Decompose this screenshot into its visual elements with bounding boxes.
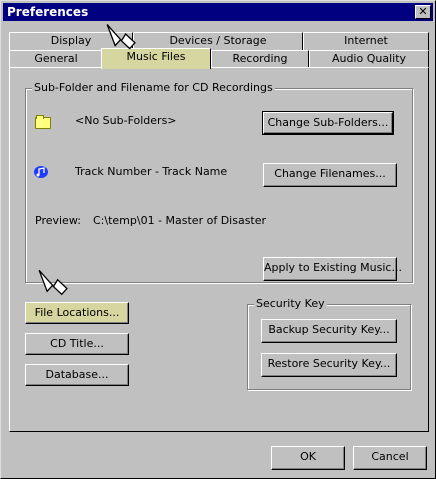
subfolder-group-label: Sub-Folder and Filename for CD Recording… — [32, 81, 275, 94]
change-filenames-label: Change Filenames... — [274, 167, 386, 180]
restore-security-key-button[interactable]: Restore Security Key... — [261, 353, 397, 377]
apply-existing-music-label: Apply to Existing Music... — [264, 261, 402, 274]
cancel-button[interactable]: Cancel — [353, 446, 427, 470]
change-filenames-button[interactable]: Change Filenames... — [263, 163, 397, 187]
database-label: Database... — [45, 368, 109, 381]
pointer-arrow-icon — [106, 24, 136, 50]
tab-audio-quality-label: Audio Quality — [331, 52, 407, 65]
cd-title-label: CD Title... — [50, 337, 104, 350]
tab-recording-label: Recording — [232, 52, 288, 65]
pointer-arrow-icon — [38, 269, 68, 296]
window-title: Preferences — [7, 5, 89, 19]
preferences-window: Preferences ✕ Display Devices / Storage … — [0, 0, 436, 479]
tab-display-label: Display — [50, 34, 92, 47]
title-bar[interactable]: Preferences ✕ — [3, 3, 433, 21]
subfolder-value: <No Sub-Folders> — [75, 114, 177, 127]
cancel-label: Cancel — [371, 450, 409, 463]
database-button[interactable]: Database... — [25, 364, 129, 386]
close-button[interactable]: ✕ — [415, 5, 431, 19]
tab-recording[interactable]: Recording — [211, 50, 309, 68]
tab-general[interactable]: General — [9, 50, 103, 68]
tab-general-label: General — [34, 52, 78, 65]
file-locations-label: File Locations... — [34, 306, 120, 319]
security-key-group-label: Security Key — [254, 297, 327, 310]
restore-security-key-label: Restore Security Key... — [267, 357, 391, 370]
tab-internet[interactable]: Internet — [303, 32, 429, 50]
change-subfolders-button[interactable]: Change Sub-Folders... — [262, 111, 394, 135]
preview-value: C:\temp\01 - Master of Disaster — [93, 214, 267, 227]
filename-value: Track Number - Track Name — [75, 165, 228, 178]
tab-internet-label: Internet — [344, 34, 388, 47]
folder-icon — [35, 115, 51, 129]
ok-button[interactable]: OK — [271, 446, 345, 470]
tab-audio-quality[interactable]: Audio Quality — [309, 50, 429, 68]
change-subfolders-label: Change Sub-Folders... — [267, 116, 389, 129]
ok-label: OK — [300, 450, 316, 463]
cd-title-button[interactable]: CD Title... — [25, 333, 129, 355]
backup-security-key-button[interactable]: Backup Security Key... — [261, 319, 397, 343]
preview-label: Preview: — [35, 214, 81, 227]
close-icon: ✕ — [418, 5, 428, 18]
security-key-group: Security Key — [247, 297, 411, 390]
tab-devices-storage-label: Devices / Storage — [169, 34, 267, 47]
backup-security-key-label: Backup Security Key... — [268, 323, 390, 336]
apply-existing-music-button[interactable]: Apply to Existing Music... — [263, 257, 402, 281]
music-note-icon — [34, 166, 48, 178]
